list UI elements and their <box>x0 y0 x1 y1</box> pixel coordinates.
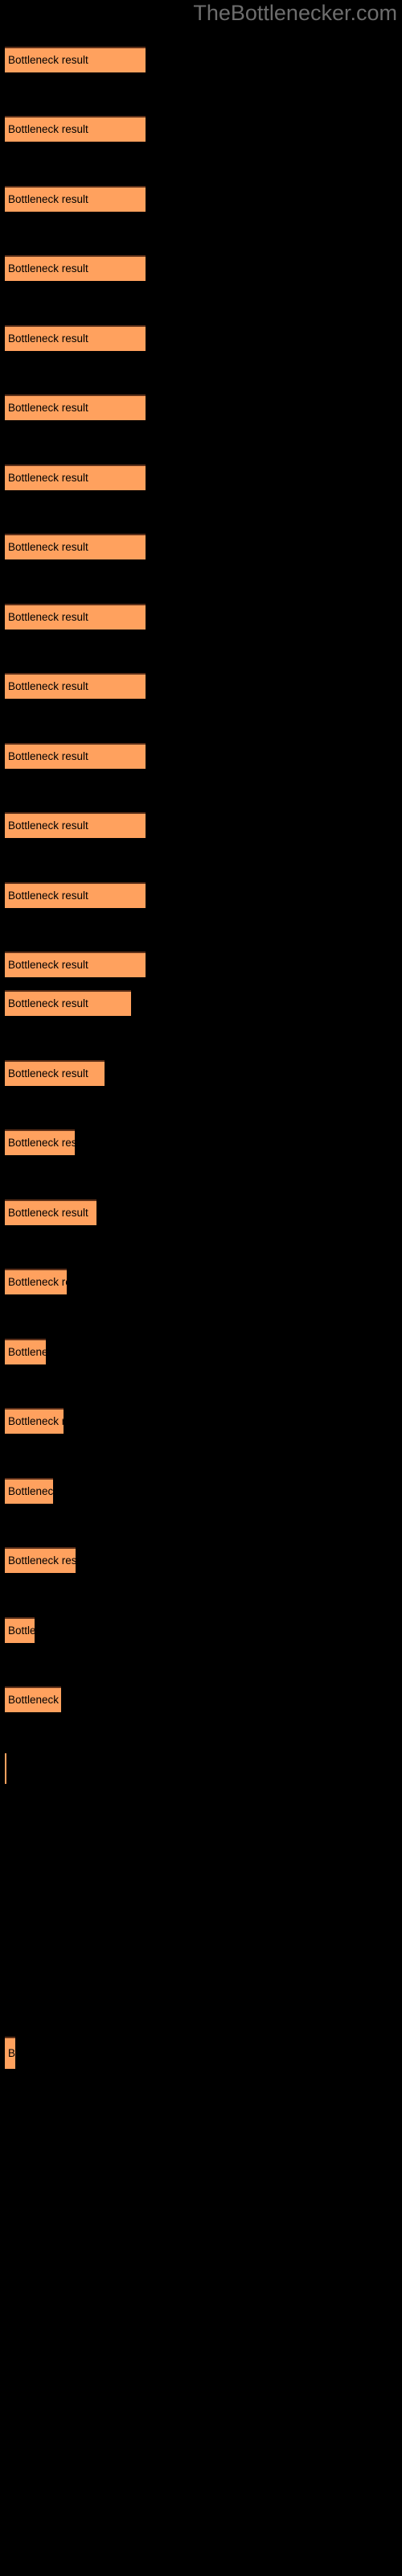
bar-label: Bottleneck result <box>8 402 88 414</box>
bar-bottleneck-result[interactable]: Bottleneck result <box>5 1199 96 1225</box>
bar-bottleneck-result[interactable]: Bottleneck result <box>5 1547 76 1573</box>
bar-label: Bottleneck result <box>8 123 88 135</box>
bar-bottleneck-result[interactable]: Bottleneck result <box>5 255 146 281</box>
bar-bottleneck-result[interactable]: Bottleneck result <box>5 47 146 72</box>
bar-label: Bottleneck result <box>8 1624 35 1637</box>
bar-label: Bottleneck result <box>8 1694 61 1706</box>
bar-label: Bottleneck result <box>8 1276 67 1288</box>
bar-bottleneck-result[interactable]: Bottleneck result <box>5 1478 53 1504</box>
bar-bottleneck-result[interactable]: Bottleneck result <box>5 882 146 908</box>
bar-bottleneck-result[interactable] <box>5 1753 6 1784</box>
bar-bottleneck-result[interactable]: Bottleneck result <box>5 1129 75 1155</box>
bar-bottleneck-result[interactable]: Bottleneck result <box>5 116 146 142</box>
bar-bottleneck-result[interactable]: Bottleneck result <box>5 534 146 559</box>
bar-label: Bottleneck result <box>8 1485 53 1497</box>
bar-label: Bottleneck result <box>8 819 88 832</box>
bar-bottleneck-result[interactable]: Bottleneck result <box>5 812 146 838</box>
bar-label: Bottleneck result <box>8 959 88 971</box>
bar-label: Bottleneck result <box>8 611 88 623</box>
bar-bottleneck-result[interactable]: Bottleneck result <box>5 743 146 769</box>
bar-bottleneck-result[interactable]: Bottleneck result <box>5 1060 105 1086</box>
bar-bottleneck-result[interactable]: Bottleneck result <box>5 464 146 490</box>
bar-label: Bottleneck result <box>8 997 88 1009</box>
bar-label: Bottleneck result <box>8 680 88 692</box>
bar-label: Bottleneck result <box>8 1067 88 1080</box>
bar-label: Bottleneck result <box>8 332 88 345</box>
bar-bottleneck-result[interactable]: Bottleneck result <box>5 394 146 420</box>
bar-label: Bottleneck result <box>8 262 88 275</box>
bar-bottleneck-result[interactable]: Bottleneck result <box>5 1339 46 1364</box>
bar-bottleneck-result[interactable]: Bottleneck result <box>5 1617 35 1643</box>
bar-label: Bottleneck result <box>8 472 88 484</box>
bar-bottleneck-result[interactable]: Bottleneck result <box>5 325 146 351</box>
bar-label: Bottleneck result <box>8 193 88 205</box>
bar-bottleneck-result[interactable]: Bottleneck result <box>5 604 146 630</box>
bar-bottleneck-result[interactable]: Bottleneck result <box>5 1269 67 1294</box>
bar-label: Bottleneck result <box>8 750 88 762</box>
bar-bottleneck-result[interactable]: Bottleneck result <box>5 952 146 977</box>
bar-label: Bottleneck result <box>8 1346 46 1358</box>
bar-bottleneck-result[interactable]: Bottleneck result <box>5 186 146 212</box>
bar-label: Bottleneck result <box>8 1137 75 1149</box>
bar-label: Bottleneck result <box>8 1415 64 1427</box>
bar-label: Bottleneck result <box>8 890 88 902</box>
bar-label: Bottleneck result <box>8 54 88 66</box>
bar-label: Bottleneck result <box>8 1207 88 1219</box>
bar-bottleneck-result[interactable]: Bottleneck result <box>5 2037 15 2069</box>
bar-bottleneck-result[interactable]: Bottleneck result <box>5 1686 61 1712</box>
bar-bottleneck-result[interactable]: Bottleneck result <box>5 673 146 699</box>
bar-label: Bottleneck result <box>8 541 88 553</box>
bar-label: Bottleneck result <box>8 1554 76 1567</box>
bar-bottleneck-result[interactable]: Bottleneck result <box>5 990 131 1016</box>
bar-bottleneck-result[interactable]: Bottleneck result <box>5 1408 64 1434</box>
bar-chart: Bottleneck result Bottleneck result Bottle… <box>0 0 402 2576</box>
bar-label: Bottleneck result <box>8 2047 15 2059</box>
